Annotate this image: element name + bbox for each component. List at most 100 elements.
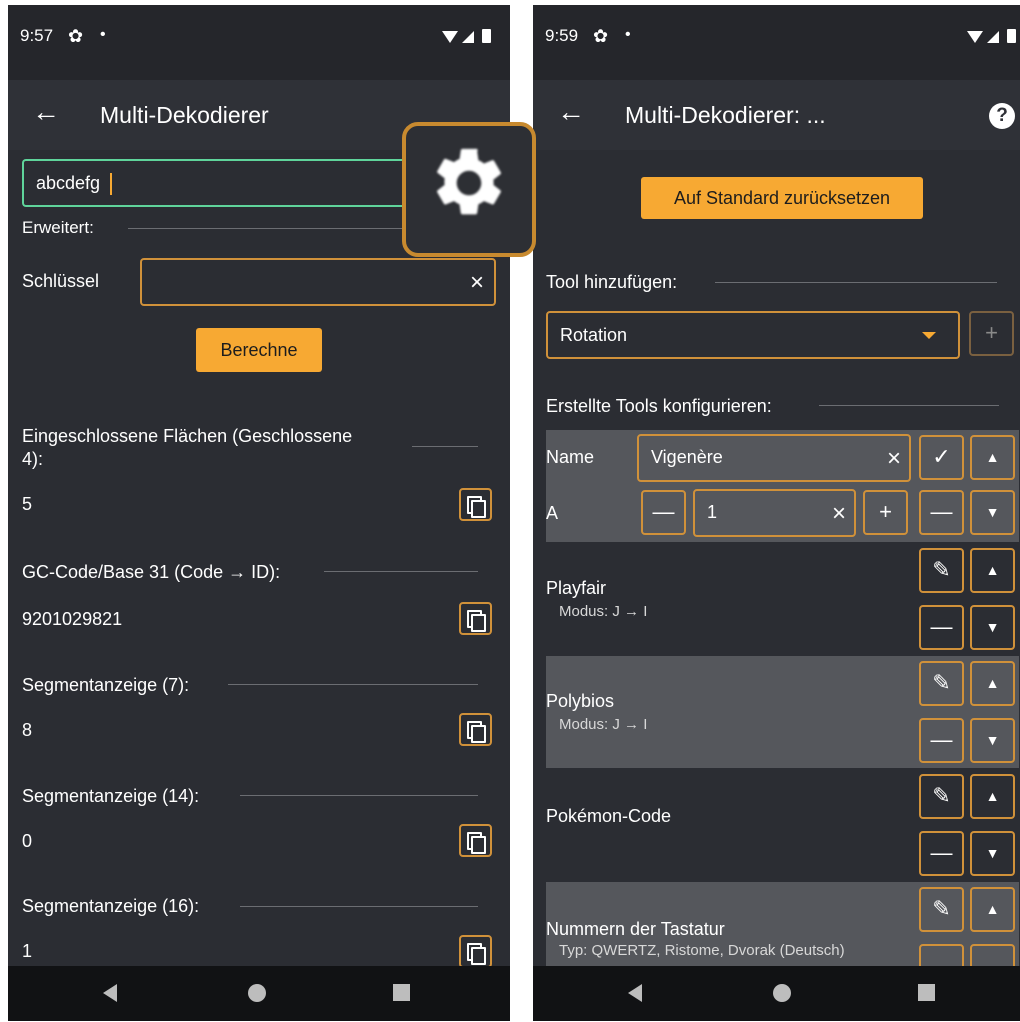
settings-icon: ✿ xyxy=(68,26,84,46)
tool-detail: Modus: J → I xyxy=(559,716,648,733)
divider xyxy=(228,684,478,685)
nav-home-icon[interactable] xyxy=(248,984,266,1002)
move-up-button[interactable]: ▲ xyxy=(970,661,1015,706)
edit-pencil-icon[interactable]: ✎ xyxy=(919,661,964,706)
edit-pencil-icon[interactable]: ✎ xyxy=(919,774,964,819)
text-input[interactable]: abcdefg xyxy=(22,159,402,207)
result-label: Eingeschlossene Flächen (Geschlossene xyxy=(22,426,353,446)
param-input[interactable]: 1 × xyxy=(693,489,856,537)
system-nav-bar xyxy=(8,966,510,1021)
edit-pencil-icon[interactable]: ✎ xyxy=(919,548,964,593)
move-down-button[interactable]: ▼ xyxy=(970,718,1015,763)
notification-dot: • xyxy=(100,26,106,43)
result-label: GC-Code/Base 31 (Code → ID): xyxy=(22,562,281,582)
divider xyxy=(715,282,997,283)
tool-item: Polybios Modus: J → I ✎ ▲ — ▼ xyxy=(546,656,1019,768)
nav-recents-icon[interactable] xyxy=(393,984,410,1001)
move-up-button[interactable]: ▲ xyxy=(970,548,1015,593)
move-down-button[interactable]: ▼ xyxy=(970,490,1015,535)
tool-name: Playfair xyxy=(546,578,607,598)
add-tool-button[interactable]: + xyxy=(969,311,1014,356)
settings-icon: ✿ xyxy=(593,26,609,46)
result-value: 9201029821 xyxy=(22,609,123,629)
status-time: 9:57 xyxy=(20,26,54,45)
copy-icon[interactable] xyxy=(459,935,492,968)
result-value: 5 xyxy=(22,494,33,514)
tool-name: Polybios xyxy=(546,691,615,711)
confirm-button[interactable]: ✓ xyxy=(919,435,964,480)
status-bar: 9:59 ✿ • xyxy=(533,5,1020,80)
status-time: 9:59 xyxy=(545,26,579,45)
remove-button[interactable]: — xyxy=(919,605,964,650)
status-bar: 9:57 ✿ • xyxy=(8,5,510,80)
configure-label: Erstellte Tools konfigurieren: xyxy=(546,396,772,416)
param-label: A xyxy=(546,503,559,523)
divider xyxy=(240,906,478,907)
remove-button[interactable]: — xyxy=(919,718,964,763)
move-up-button[interactable]: ▲ xyxy=(970,887,1015,932)
right-screen: 9:59 ✿ • ← Multi-Dekodierer: ... ? Auf S… xyxy=(533,5,1020,1021)
divider xyxy=(324,571,478,572)
clear-icon[interactable]: × xyxy=(887,445,901,473)
decrement-button[interactable]: — xyxy=(641,490,686,535)
remove-button[interactable]: — xyxy=(919,490,964,535)
divider xyxy=(128,228,408,229)
tool-name: Nummern der Tastatur xyxy=(546,919,725,939)
notification-dot: • xyxy=(625,26,631,43)
param-value: 1 xyxy=(707,502,718,522)
increment-button[interactable]: + xyxy=(863,490,908,535)
settings-gear-callout[interactable] xyxy=(402,122,536,257)
edit-pencil-icon[interactable]: ✎ xyxy=(919,887,964,932)
copy-icon[interactable] xyxy=(459,824,492,857)
back-arrow-icon[interactable]: ← xyxy=(32,98,60,126)
result-value: 0 xyxy=(22,831,33,851)
remove-button[interactable]: — xyxy=(919,831,964,876)
tool-detail: Typ: QWERTZ, Ristome, Dvorak (Deutsch) xyxy=(559,942,845,959)
key-label: Schlüssel xyxy=(22,271,100,291)
key-input[interactable]: × xyxy=(140,258,496,306)
back-arrow-icon[interactable]: ← xyxy=(557,98,585,126)
calculate-button[interactable]: Berechne xyxy=(196,328,322,372)
tool-dropdown[interactable]: Rotation xyxy=(546,311,960,359)
name-label: Name xyxy=(546,447,595,467)
result-label-cont: 4): xyxy=(22,449,44,469)
copy-icon[interactable] xyxy=(459,488,492,521)
result-value: 1 xyxy=(22,941,33,961)
move-down-button[interactable]: ▼ xyxy=(970,831,1015,876)
result-label: Segmentanzeige (16): xyxy=(22,896,200,916)
settings-gear-icon xyxy=(437,148,501,215)
text-cursor xyxy=(110,173,112,195)
add-tool-label: Tool hinzufügen: xyxy=(546,272,678,292)
result-label: Segmentanzeige (7): xyxy=(22,675,190,695)
reset-defaults-button[interactable]: Auf Standard zurücksetzen xyxy=(641,177,923,219)
page-title: Multi-Dekodierer: ... xyxy=(625,102,826,128)
dropdown-value: Rotation xyxy=(560,325,628,345)
name-input[interactable]: Vigenère × xyxy=(637,434,911,482)
nav-back-icon[interactable] xyxy=(103,984,117,1002)
nav-home-icon[interactable] xyxy=(773,984,791,1002)
text-input-value: abcdefg xyxy=(36,173,101,193)
app-bar: ← Multi-Dekodierer: ... ? xyxy=(533,80,1020,150)
move-up-button[interactable]: ▲ xyxy=(970,774,1015,819)
page-title: Multi-Dekodierer xyxy=(100,102,269,128)
tool-item: Playfair Modus: J → I ✎ ▲ — ▼ xyxy=(546,543,1019,655)
divider xyxy=(240,795,478,796)
result-value: 8 xyxy=(22,720,33,740)
tool-name: Pokémon-Code xyxy=(546,806,672,826)
move-up-button[interactable]: ▲ xyxy=(970,435,1015,480)
copy-icon[interactable] xyxy=(459,713,492,746)
move-down-button[interactable]: ▼ xyxy=(970,605,1015,650)
clear-icon[interactable]: × xyxy=(832,500,846,528)
help-icon[interactable]: ? xyxy=(989,103,1015,129)
nav-recents-icon[interactable] xyxy=(918,984,935,1001)
nav-back-icon[interactable] xyxy=(628,984,642,1002)
name-value: Vigenère xyxy=(651,447,723,467)
system-icons xyxy=(442,29,491,43)
divider xyxy=(819,405,999,406)
copy-icon[interactable] xyxy=(459,602,492,635)
system-icons xyxy=(967,29,1016,43)
chevron-down-icon xyxy=(922,332,936,339)
clear-icon[interactable]: × xyxy=(470,269,484,297)
system-nav-bar xyxy=(533,966,1020,1021)
tool-editor: Name Vigenère × ✓ ▲ A — 1 × + — ▼ xyxy=(546,430,1019,542)
